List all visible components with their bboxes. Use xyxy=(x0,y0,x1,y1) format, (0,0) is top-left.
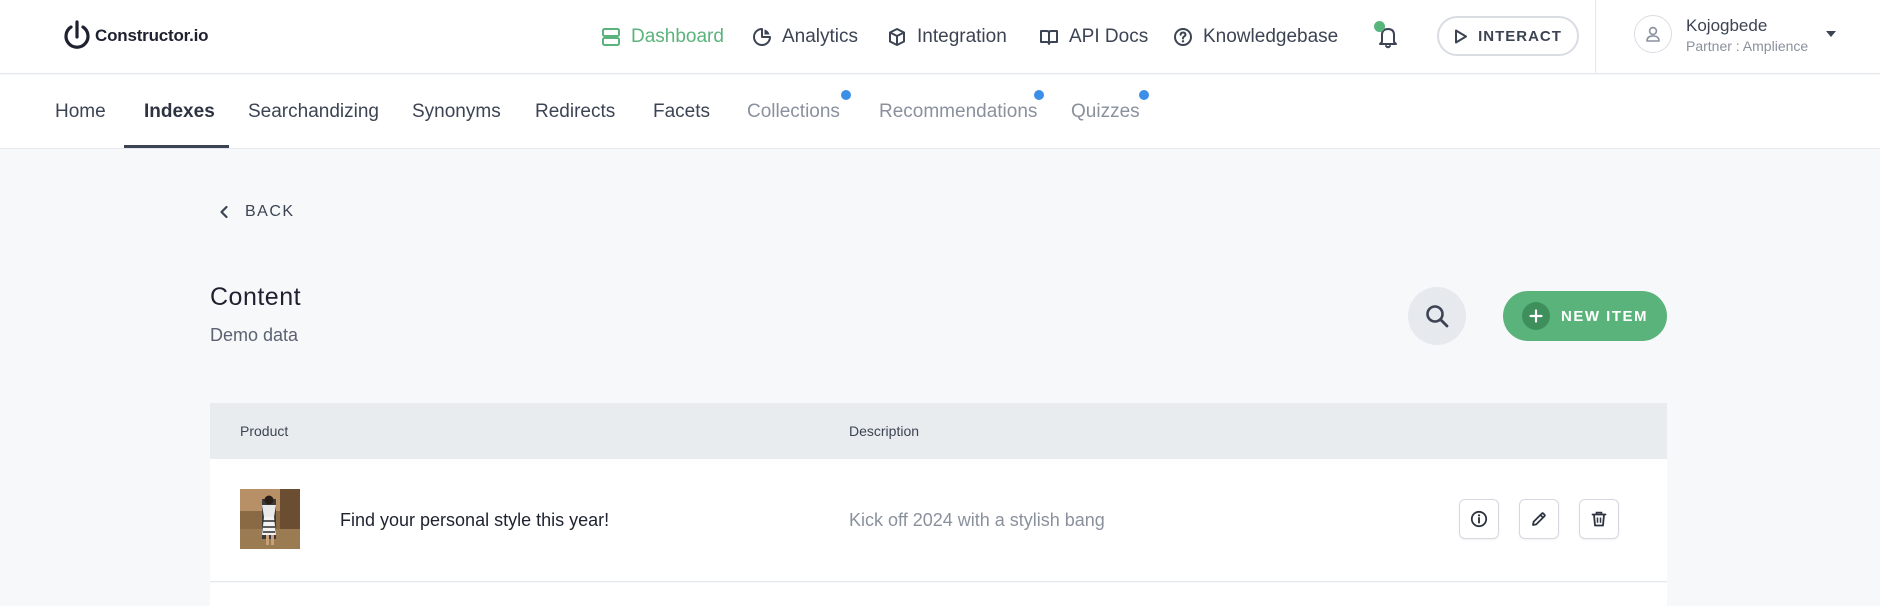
tab-redirects[interactable]: Redirects xyxy=(535,75,615,148)
topnav-integration[interactable]: Integration xyxy=(887,0,1007,74)
chevron-left-icon xyxy=(220,205,228,219)
search-button[interactable] xyxy=(1408,287,1466,345)
dashboard-icon xyxy=(602,28,620,46)
interact-button[interactable]: INTERACT xyxy=(1437,16,1579,56)
column-header-product: Product xyxy=(240,423,289,439)
topnav-integration-label: Integration xyxy=(917,26,1007,47)
column-header-description: Description xyxy=(849,423,920,439)
topnav-api-docs[interactable]: API Docs xyxy=(1039,0,1148,74)
quizzes-badge xyxy=(1139,90,1149,100)
recommendations-badge xyxy=(1034,90,1044,100)
topnav-dashboard-label: Dashboard xyxy=(631,26,724,47)
tab-synonyms[interactable]: Synonyms xyxy=(412,75,501,148)
book-icon xyxy=(1040,30,1058,45)
brand-name: Constructor.io xyxy=(95,26,209,45)
new-item-button[interactable]: NEW ITEM xyxy=(1503,291,1667,341)
top-bar: Constructor.io Dashboard Analytics Integ… xyxy=(0,0,1880,74)
trash-icon xyxy=(1591,511,1607,527)
cell-product: Find your personal style this year! xyxy=(340,509,610,530)
topnav-analytics-label: Analytics xyxy=(782,26,859,47)
notification-dot xyxy=(1374,21,1385,32)
brand-logo[interactable]: Constructor.io xyxy=(62,20,209,52)
tab-facets[interactable]: Facets xyxy=(653,75,710,148)
info-button[interactable] xyxy=(1459,499,1499,539)
tab-indexes[interactable]: Indexes xyxy=(144,75,215,148)
help-circle-icon xyxy=(1174,28,1192,46)
delete-button[interactable] xyxy=(1579,499,1619,539)
pencil-icon xyxy=(1532,512,1546,526)
new-item-label: NEW ITEM xyxy=(1561,307,1648,325)
topnav-dashboard[interactable]: Dashboard xyxy=(601,0,724,74)
avatar[interactable] xyxy=(1634,15,1672,53)
tab-recommendations[interactable]: Recommendations xyxy=(879,75,1037,148)
user-role: Partner : Amplience xyxy=(1686,38,1809,54)
topnav-knowledgebase[interactable]: Knowledgebase xyxy=(1173,0,1338,74)
interact-label: INTERACT xyxy=(1478,27,1562,45)
back-label: BACK xyxy=(245,203,295,220)
tab-quizzes[interactable]: Quizzes xyxy=(1071,75,1140,148)
cell-description: Kick off 2024 with a stylish bang xyxy=(849,509,1105,530)
product-thumbnail xyxy=(240,489,300,549)
tab-searchandizing[interactable]: Searchandizing xyxy=(248,75,379,148)
tab-home[interactable]: Home xyxy=(55,75,106,148)
user-icon xyxy=(1646,26,1660,42)
search-icon xyxy=(1426,305,1449,328)
page-subtitle: Demo data xyxy=(210,325,299,345)
pie-chart-icon xyxy=(753,28,771,46)
topnav-analytics[interactable]: Analytics xyxy=(752,0,858,74)
active-tab-indicator xyxy=(124,145,229,148)
page-title: Content xyxy=(210,283,302,311)
plus-icon xyxy=(1522,302,1550,330)
topnav-knowledgebase-label: Knowledgebase xyxy=(1203,26,1339,47)
topnav-api-docs-label: API Docs xyxy=(1069,26,1149,47)
box-icon xyxy=(889,28,905,46)
power-logo-icon xyxy=(64,20,90,49)
chevron-down-icon[interactable] xyxy=(1826,31,1836,37)
table-header: Product Description xyxy=(210,403,1667,459)
content-table: Product Description Find your personal s… xyxy=(210,403,1667,606)
sub-nav: Home Indexes Searchandizing Synonyms Red… xyxy=(0,75,1880,149)
user-name[interactable]: Kojogbede xyxy=(1686,16,1767,36)
table-row xyxy=(210,583,1667,606)
info-icon xyxy=(1470,510,1488,528)
edit-button[interactable] xyxy=(1519,499,1559,539)
table-row[interactable]: Find your personal style this year! Kick… xyxy=(210,459,1667,582)
back-button[interactable]: BACK xyxy=(219,203,295,221)
header-divider xyxy=(1595,0,1596,73)
tab-collections[interactable]: Collections xyxy=(747,75,840,148)
play-icon xyxy=(1455,29,1468,43)
collections-badge xyxy=(841,90,851,100)
